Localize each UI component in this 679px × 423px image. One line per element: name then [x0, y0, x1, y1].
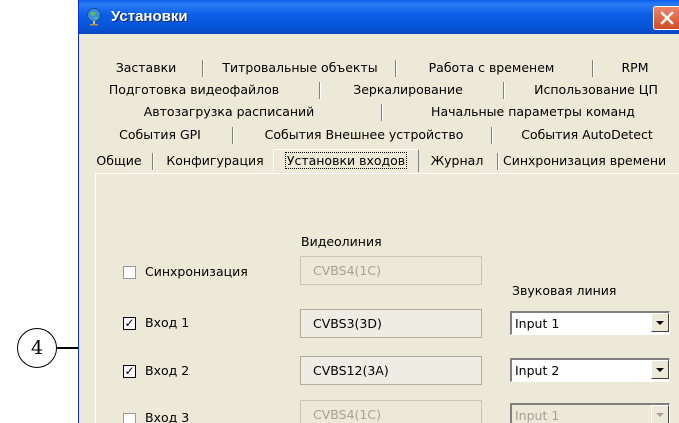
input-1-video-line-field[interactable]: CVBS3(3D) — [300, 309, 482, 338]
tab-autodetect-events[interactable]: События AutoDetect — [501, 125, 673, 145]
input-settings-panel: Видеолиния Звуковая линия Синхронизация … — [95, 173, 679, 423]
tab-separator — [395, 60, 397, 77]
input-3-video-line-field[interactable]: CVBS4(1C) — [300, 400, 482, 423]
input-2-video-line-field[interactable]: CVBS12(3A) — [300, 356, 482, 385]
tab-row-3: Автозагрузка расписаний Начальные параме… — [79, 102, 679, 122]
chevron-down-icon[interactable] — [651, 313, 669, 332]
input-1-checkbox[interactable]: ✓ — [123, 317, 136, 330]
input-2-audio-value: Input 2 — [515, 363, 560, 378]
tab-configuration[interactable]: Конфигурация — [159, 151, 271, 171]
input-1-label: Вход 1 — [145, 315, 190, 330]
close-button[interactable] — [653, 6, 679, 30]
title-bar[interactable]: Установки — [79, 0, 679, 34]
tab-separator — [232, 127, 234, 144]
tab-log[interactable]: Журнал — [419, 151, 495, 171]
input-3-checkbox[interactable] — [123, 413, 136, 423]
tab-schedule-autoload[interactable]: Автозагрузка расписаний — [124, 102, 334, 122]
tab-title-objects[interactable]: Титровальные объекты — [216, 58, 384, 78]
callout-number: 4 — [17, 328, 57, 368]
tab-general[interactable]: Общие — [89, 151, 149, 171]
tab-row-2: Подготовка видеофайлов Зеркалирование Ис… — [79, 80, 679, 100]
window-title: Установки — [111, 8, 188, 25]
tab-separator — [592, 60, 594, 77]
tab-time-work[interactable]: Работа с временем — [409, 58, 574, 78]
audio-line-header: Звуковая линия — [512, 283, 617, 298]
chevron-down-icon[interactable] — [651, 360, 669, 379]
tab-separator — [503, 82, 505, 99]
tab-separator — [152, 153, 154, 170]
video-line-header: Видеолиния — [301, 234, 382, 249]
tab-separator — [202, 60, 204, 77]
input-2-audio-line-select[interactable]: Input 2 — [510, 358, 670, 382]
tab-input-settings[interactable]: Установки входов — [273, 149, 419, 172]
tab-separator — [381, 104, 383, 121]
tab-row-1: Заставки Титровальные объекты Работа с в… — [79, 58, 679, 78]
tab-input-settings-label: Установки входов — [284, 152, 408, 169]
tab-initial-command-params[interactable]: Начальные параметры команд — [397, 102, 669, 122]
tab-external-device-events[interactable]: События Внешнее устройство — [244, 125, 484, 145]
tab-mirroring[interactable]: Зеркалирование — [331, 80, 485, 100]
tab-separator — [319, 82, 321, 99]
input-2-checkbox[interactable]: ✓ — [123, 365, 136, 378]
tab-separator — [497, 153, 499, 170]
tab-video-prep[interactable]: Подготовка видеофайлов — [87, 80, 301, 100]
tab-rpm[interactable]: RPM — [607, 58, 663, 78]
input-3-audio-value: Input 1 — [515, 408, 560, 423]
close-icon — [660, 11, 674, 25]
tab-screensavers[interactable]: Заставки — [101, 58, 191, 78]
tab-row-5: Общие Конфигурация Установки входов Журн… — [79, 149, 679, 172]
tab-row-4: События GPI События Внешнее устройство С… — [79, 125, 679, 145]
input-1-audio-line-select[interactable]: Input 1 — [510, 311, 670, 335]
input-3-audio-line-select[interactable]: Input 1 — [510, 403, 670, 423]
input-3-label: Вход 3 — [145, 410, 190, 423]
input-1-audio-value: Input 1 — [515, 316, 560, 331]
sync-label: Синхронизация — [145, 264, 248, 279]
sync-checkbox[interactable] — [123, 266, 136, 279]
tab-cpu-usage[interactable]: Использование ЦП — [516, 80, 676, 100]
input-2-label: Вход 2 — [145, 363, 190, 378]
tab-separator — [491, 127, 493, 144]
sync-video-line-field[interactable]: CVBS4(1C) — [300, 256, 482, 285]
settings-globe-icon — [87, 8, 101, 26]
settings-window: Установки Заставки Титровальные объекты … — [78, 0, 679, 423]
tab-time-sync[interactable]: Синхронизация времени — [503, 151, 679, 171]
tab-gpi-events[interactable]: События GPI — [101, 125, 219, 145]
chevron-down-icon[interactable] — [651, 405, 669, 423]
